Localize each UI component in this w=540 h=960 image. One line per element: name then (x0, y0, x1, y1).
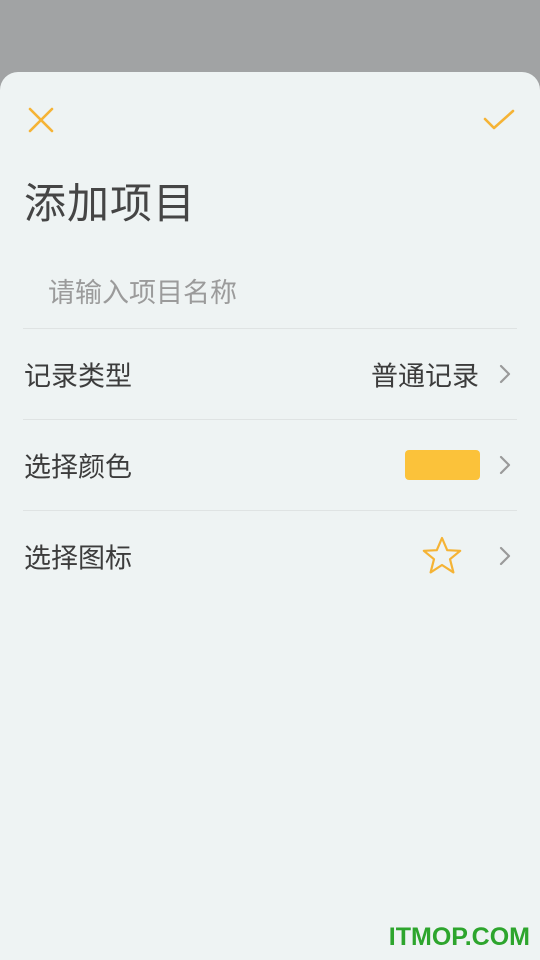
select-icon-label: 选择图标 (24, 543, 132, 575)
close-button[interactable] (21, 100, 61, 140)
select-color-row[interactable]: 选择颜色 (0, 420, 540, 510)
watermark-text: ITMOP.COM (388, 923, 530, 951)
close-icon (28, 107, 54, 133)
confirm-button[interactable] (479, 100, 519, 140)
record-type-label: 记录类型 (24, 361, 132, 393)
chevron-right-icon (499, 455, 511, 475)
chevron-right-icon (499, 364, 511, 384)
record-type-value: 普通记录 (371, 361, 479, 393)
select-icon-row[interactable]: 选择图标 (0, 511, 540, 601)
select-color-label: 选择颜色 (24, 452, 132, 484)
project-name-input[interactable] (24, 258, 517, 328)
color-swatch (405, 450, 480, 480)
chevron-right-icon (499, 546, 511, 566)
check-icon (483, 109, 515, 130)
star-icon (422, 536, 462, 574)
page-title: 添加项目 (24, 179, 197, 228)
record-type-row[interactable]: 记录类型 普通记录 (0, 329, 540, 419)
add-project-sheet: 添加项目 记录类型 普通记录 选择颜色 选择图标 ITMOP.COM (0, 72, 540, 960)
